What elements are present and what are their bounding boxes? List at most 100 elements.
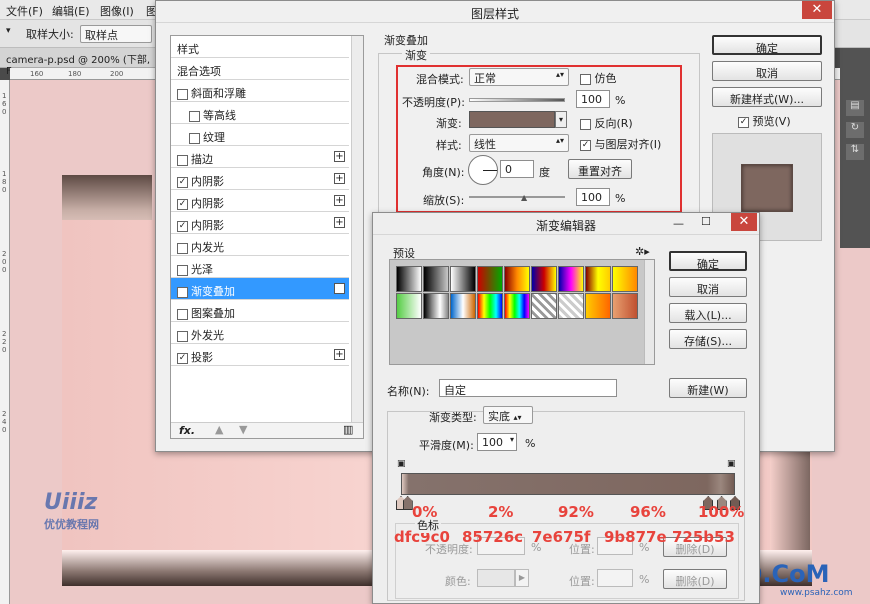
preset-swatch[interactable] <box>423 293 449 319</box>
new-style-button[interactable]: 新建样式(W)... <box>712 87 822 107</box>
opacity-stop-left-icon[interactable]: ▣ <box>397 459 406 469</box>
preset-swatch[interactable] <box>396 266 422 292</box>
move-up-icon[interactable]: ▲ <box>215 423 223 436</box>
style-item-checkbox[interactable] <box>189 132 200 144</box>
preset-swatch[interactable] <box>531 293 557 319</box>
style-item-checkbox[interactable] <box>177 88 188 100</box>
scale-thumb[interactable]: ▲ <box>521 193 527 202</box>
preset-swatch[interactable] <box>585 293 611 319</box>
stop-color-swatch[interactable] <box>477 569 515 587</box>
style-list-header[interactable]: 样式 <box>171 36 349 58</box>
add-effect-icon[interactable]: + <box>334 195 345 206</box>
chevron-right-icon[interactable]: ▶ <box>515 569 529 587</box>
style-item[interactable]: 等高线 <box>171 102 349 124</box>
smoothness-input[interactable]: 100 ▾ <box>477 433 517 451</box>
style-item[interactable]: 内发光 <box>171 234 349 256</box>
angle-input[interactable]: 0 <box>500 160 534 178</box>
stop-color-position-input[interactable] <box>597 569 633 587</box>
move-down-icon[interactable]: ▼ <box>239 423 247 436</box>
dither-checkbox[interactable]: 仿色 <box>580 70 617 86</box>
style-item-checkbox[interactable]: ✓ <box>177 286 188 298</box>
scale-input[interactable]: 100 <box>576 188 610 206</box>
preset-swatch[interactable] <box>450 266 476 292</box>
style-item-checkbox[interactable]: ✓ <box>177 352 188 364</box>
ge-cancel-button[interactable]: 取消 <box>669 277 747 297</box>
add-effect-icon[interactable]: + <box>334 217 345 228</box>
preview-checkbox[interactable]: ✓ 预览(V) <box>738 113 791 129</box>
style-item-checkbox[interactable] <box>177 154 188 166</box>
delete-color-stop-button[interactable]: 删除(D) <box>663 569 727 589</box>
trash-icon[interactable]: ▥ <box>343 423 353 436</box>
style-item[interactable]: 图案叠加 <box>171 300 349 322</box>
style-item[interactable]: ✓ 渐变叠加 + <box>171 278 349 300</box>
style-item[interactable]: 斜面和浮雕 <box>171 80 349 102</box>
style-item-checkbox[interactable] <box>189 110 200 122</box>
preset-swatch[interactable] <box>423 266 449 292</box>
close-icon[interactable]: ✕ <box>802 1 832 19</box>
style-item[interactable]: 纹理 <box>171 124 349 146</box>
preset-swatch[interactable] <box>504 293 530 319</box>
style-item[interactable]: ✓ 投影 + <box>171 344 349 366</box>
style-item-checkbox[interactable] <box>177 308 188 320</box>
opacity-stop-right-icon[interactable]: ▣ <box>727 459 736 469</box>
cancel-button[interactable]: 取消 <box>712 61 822 81</box>
style-item[interactable]: ✓ 内阴影 + <box>171 212 349 234</box>
gradient-swatch[interactable] <box>469 111 555 128</box>
close-icon[interactable]: ✕ <box>731 213 757 231</box>
preset-swatch[interactable] <box>396 293 422 319</box>
preset-swatch[interactable] <box>450 293 476 319</box>
name-input[interactable]: 自定 <box>439 379 617 397</box>
presets-scrollbar[interactable] <box>644 260 654 364</box>
preset-swatch[interactable] <box>531 266 557 292</box>
tool-preset-icon[interactable]: ▾ <box>6 26 11 36</box>
gradient-type-select[interactable]: 实底 ▴▾ <box>483 406 533 424</box>
history-icon[interactable]: ▤ <box>846 100 864 116</box>
preset-swatch[interactable] <box>504 266 530 292</box>
minimize-icon[interactable]: — <box>673 217 684 230</box>
angle-dial[interactable] <box>468 155 498 185</box>
gradient-dropdown-icon[interactable]: ▾ <box>555 111 567 128</box>
style-item-checkbox[interactable]: ✓ <box>177 198 188 210</box>
gear-icon[interactable]: ✲▸ <box>635 245 650 258</box>
blend-mode-select[interactable]: 正常 ▴▾ <box>469 68 569 86</box>
gradient-bar[interactable] <box>401 473 735 495</box>
style-item-checkbox[interactable]: ✓ <box>177 176 188 188</box>
add-effect-icon[interactable]: + <box>334 349 345 360</box>
style-item-checkbox[interactable] <box>177 330 188 342</box>
load-button[interactable]: 载入(L)... <box>669 303 747 323</box>
style-item[interactable]: 混合选项 <box>171 58 349 80</box>
preset-swatch[interactable] <box>477 266 503 292</box>
save-button[interactable]: 存储(S)... <box>669 329 747 349</box>
style-list-scrollbar[interactable] <box>351 36 363 422</box>
preset-swatch[interactable] <box>558 266 584 292</box>
preset-swatch[interactable] <box>612 266 638 292</box>
style-item[interactable]: 外发光 <box>171 322 349 344</box>
style-item[interactable]: ✓ 内阴影 + <box>171 168 349 190</box>
document-tab[interactable]: camera-p.psd @ 200% (下部, F <box>0 48 160 77</box>
style-item[interactable]: ✓ 内阴影 + <box>171 190 349 212</box>
maximize-icon[interactable]: ☐ <box>701 215 711 228</box>
style-item-checkbox[interactable]: ✓ <box>177 220 188 232</box>
reset-align-button[interactable]: 重置对齐 <box>568 159 632 179</box>
style-select[interactable]: 线性 ▴▾ <box>469 134 569 152</box>
style-item-checkbox[interactable] <box>177 242 188 254</box>
style-item[interactable]: 描边 + <box>171 146 349 168</box>
preset-swatch[interactable] <box>477 293 503 319</box>
opacity-input[interactable]: 100 <box>576 90 610 108</box>
ge-ok-button[interactable]: 确定 <box>669 251 747 271</box>
add-effect-icon[interactable]: + <box>334 151 345 162</box>
align-checkbox[interactable]: ✓ 与图层对齐(I) <box>580 136 661 152</box>
menu-edit[interactable]: 编辑(E) <box>52 3 90 19</box>
actions-icon[interactable]: ↻ <box>846 122 864 138</box>
preset-swatch[interactable] <box>558 293 584 319</box>
chevron-down-icon[interactable]: ▾ <box>510 435 514 444</box>
opacity-slider[interactable] <box>469 98 565 102</box>
menu-file[interactable]: 文件(F) <box>6 3 43 19</box>
preset-swatch[interactable] <box>585 266 611 292</box>
fx-icon[interactable]: fx. <box>179 424 195 437</box>
scale-slider[interactable]: ▲ <box>469 193 565 202</box>
style-item-checkbox[interactable] <box>177 264 188 276</box>
reverse-checkbox[interactable]: 反向(R) <box>580 115 633 131</box>
ok-button[interactable]: 确定 <box>712 35 822 55</box>
new-gradient-button[interactable]: 新建(W) <box>669 378 747 398</box>
